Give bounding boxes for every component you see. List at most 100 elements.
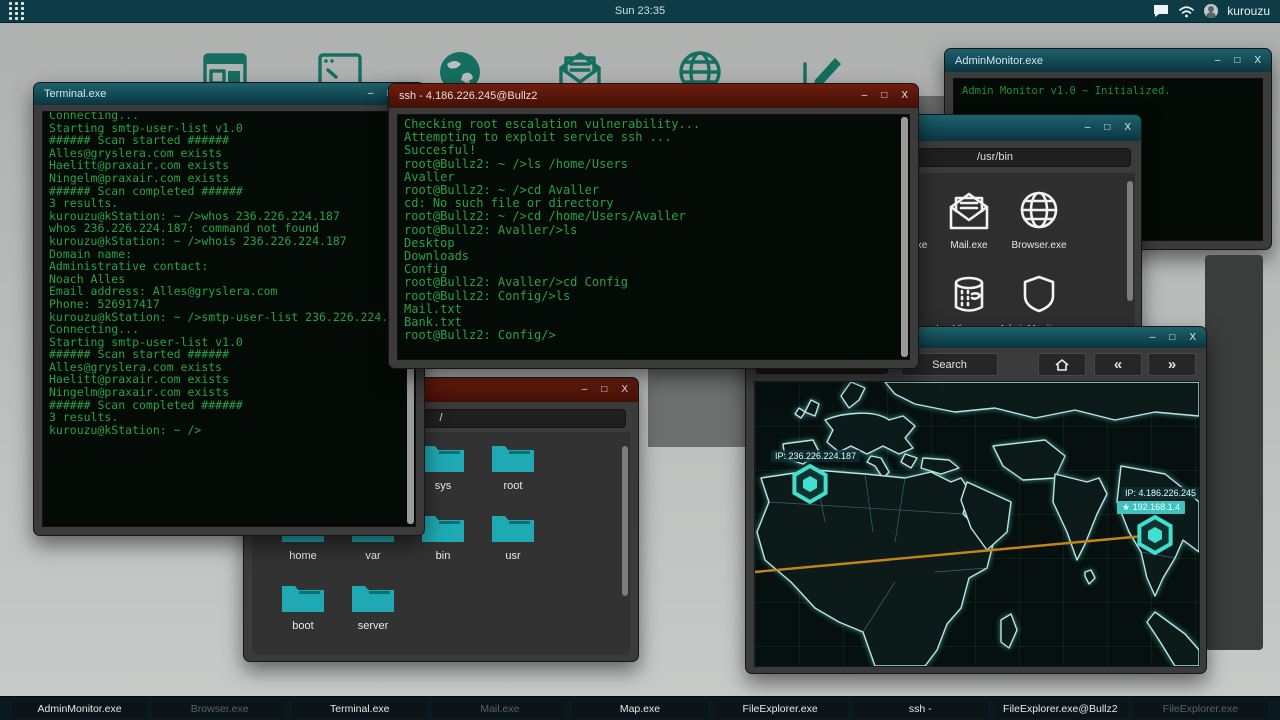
close-icon[interactable]: X: [901, 91, 908, 101]
folder-item-label: sys: [435, 480, 452, 492]
chevrons-left-icon: «: [1114, 356, 1122, 373]
taskbar-item[interactable]: Mail.exe: [432, 700, 567, 718]
ssh-lines: Checking root escalation vulnerability..…: [404, 118, 903, 342]
terminal-titlebar[interactable]: Terminal.exe –□X: [34, 83, 424, 105]
taskbar-item[interactable]: FileExplorer.exe: [1133, 700, 1268, 718]
terminal-line: Connecting...: [49, 323, 409, 336]
taskbar-item[interactable]: Map.exe: [572, 700, 707, 718]
folder-item-label: boot: [292, 620, 313, 632]
scrollbar-thumb[interactable]: [901, 117, 908, 357]
folder-item[interactable]: usr: [478, 508, 548, 578]
terminal-line: ###### Scan started ######: [49, 134, 409, 147]
search-button-label: Search: [932, 359, 967, 371]
map-home-button[interactable]: [1038, 353, 1086, 376]
terminal-lines: Connecting... Starting smtp-user-list v1…: [49, 111, 409, 436]
terminal-line: root@Bullz2: ~ />ls /home/Users: [404, 158, 903, 171]
hexagon-marker-icon: [1134, 514, 1176, 556]
folder-item-label: bin: [436, 550, 451, 562]
terminal-line: Mail.txt: [404, 303, 903, 316]
map-forward-button[interactable]: »: [1148, 353, 1196, 376]
taskbar-item-label: FileExplorer.exe: [1163, 703, 1238, 715]
map-marker[interactable]: [1134, 514, 1176, 556]
folder-item[interactable]: root: [478, 438, 548, 508]
maximize-icon[interactable]: □: [601, 385, 607, 395]
minimize-icon[interactable]: –: [1085, 123, 1091, 133]
ssh-output[interactable]: Checking root escalation vulnerability..…: [397, 114, 910, 360]
home-icon: [1054, 358, 1070, 372]
window-title: Terminal.exe: [44, 88, 106, 100]
taskbar-item[interactable]: Browser.exe: [152, 700, 287, 718]
file-item-label: Mail.exe: [950, 240, 987, 251]
taskbar-item-label: AdminMonitor.exe: [38, 703, 122, 715]
terminal-line: kurouzu@kStation: ~ />: [49, 424, 409, 437]
folder-item-label: usr: [505, 550, 520, 562]
window-title: AdminMonitor.exe: [955, 55, 1043, 67]
star-icon: ★: [1122, 502, 1130, 512]
close-icon[interactable]: X: [1189, 333, 1196, 343]
close-icon[interactable]: X: [1124, 123, 1131, 133]
maximize-icon[interactable]: □: [1169, 333, 1175, 343]
map-window: – □ X Search « »: [745, 326, 1207, 674]
map-marker[interactable]: [789, 463, 831, 505]
terminal-line: root@Bullz2: Config/>ls: [404, 290, 903, 303]
map-back-button[interactable]: «: [1094, 353, 1142, 376]
file-item[interactable]: Mail.exe: [934, 185, 1004, 251]
route-line: [755, 382, 1199, 666]
scrollbar-thumb[interactable]: [1127, 181, 1133, 301]
taskbar-item[interactable]: Terminal.exe: [292, 700, 427, 718]
scrollbar-thumb[interactable]: [622, 446, 628, 596]
world-map[interactable]: IP: 236.226.224.187 IP: 4.186.226.245 ★ …: [754, 381, 1200, 667]
terminal-line: Attempting to exploit service ssh ...: [404, 131, 903, 144]
taskbar-item[interactable]: FileExplorer.exe: [713, 700, 848, 718]
terminal-line: root@Bullz2: Config/>: [404, 329, 903, 342]
minimize-icon[interactable]: –: [582, 385, 588, 395]
file-item[interactable]: Browser.exe: [1004, 185, 1074, 251]
window-title: ssh - 4.186.226.245@Bullz2: [399, 90, 537, 102]
maximize-icon[interactable]: □: [1104, 123, 1110, 133]
map-ip-label: IP: 4.186.226.245: [1121, 487, 1200, 499]
terminal-line: kurouzu@kStation: ~ />whois 236.226.224.…: [49, 235, 409, 248]
ssh-titlebar[interactable]: ssh - 4.186.226.245@Bullz2 – □ X: [389, 84, 918, 108]
minimize-icon[interactable]: –: [368, 89, 374, 99]
hexagon-marker-icon: [789, 463, 831, 505]
taskbar-item-label: Terminal.exe: [330, 703, 390, 715]
admin-monitor-titlebar[interactable]: AdminMonitor.exe – □ X: [945, 49, 1271, 72]
terminal-output[interactable]: Connecting... Starting smtp-user-list v1…: [42, 111, 416, 527]
folder-item[interactable]: server: [338, 578, 408, 648]
folder-icon: [280, 578, 326, 614]
terminal-line: ###### Scan started ######: [49, 348, 409, 361]
terminal-line: Administrative contact:: [49, 260, 409, 273]
taskbar-item-label: FileExplorer.exe@Bullz2: [1003, 703, 1118, 715]
map-ip-label: IP: 236.226.224.187: [771, 450, 860, 462]
folder-item-label: root: [504, 480, 523, 492]
minimize-icon[interactable]: –: [1150, 333, 1156, 343]
folder-item[interactable]: boot: [268, 578, 338, 648]
taskbar-item-label: Mail.exe: [480, 703, 519, 715]
folder-item-label: home: [289, 550, 317, 562]
ssh-window: ssh - 4.186.226.245@Bullz2 – □ X Checking …: [388, 83, 919, 369]
background-file-explorer-window: [1205, 255, 1263, 650]
folder-icon: [420, 508, 466, 544]
close-icon[interactable]: X: [621, 385, 628, 395]
taskbar-item[interactable]: ssh -: [853, 700, 988, 718]
terminal-line: Phone: 526917417: [49, 298, 409, 311]
globe-icon: [1014, 185, 1064, 235]
taskbar: AdminMonitor.exe Browser.exe Terminal.ex…: [0, 696, 1280, 720]
minimize-icon[interactable]: –: [862, 91, 868, 101]
maximize-icon[interactable]: □: [881, 91, 887, 101]
minimize-icon[interactable]: –: [1215, 56, 1221, 66]
close-icon[interactable]: X: [1254, 56, 1261, 66]
terminal-window: Terminal.exe –□X Connecting... Starting …: [33, 82, 425, 536]
taskbar-item-label: Map.exe: [620, 703, 660, 715]
terminal-line: root@Bullz2: Avaller/>cd Config: [404, 276, 903, 289]
taskbar-item-label: Browser.exe: [191, 703, 249, 715]
terminal-line: Ningelm@praxair.com exists: [49, 386, 409, 399]
taskbar-item[interactable]: FileExplorer.exe@Bullz2: [993, 700, 1128, 718]
clock: Sun 23:35: [0, 5, 1280, 17]
terminal-line: Desktop: [404, 237, 903, 250]
top-bar: Sun 23:35 kurouzu: [0, 0, 1280, 23]
taskbar-item-label: FileExplorer.exe: [742, 703, 817, 715]
taskbar-item[interactable]: AdminMonitor.exe: [12, 700, 147, 718]
maximize-icon[interactable]: □: [1234, 56, 1240, 66]
log-icon: [944, 269, 994, 319]
